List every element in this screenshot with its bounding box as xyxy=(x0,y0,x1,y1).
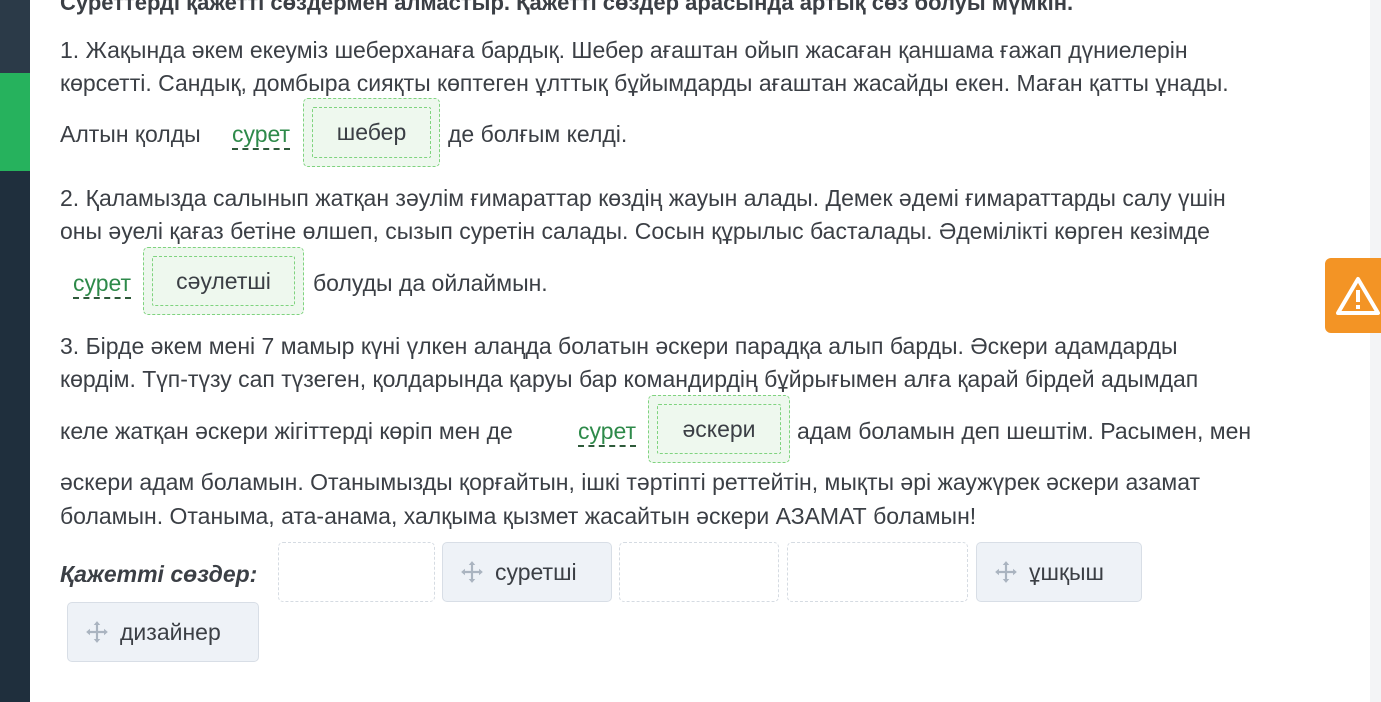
p2-line1: 2. Қаламызда салынып жатқан зәулім ғимар… xyxy=(60,185,1226,211)
word-bank-label: Қажетті сөздер: xyxy=(60,561,258,587)
exercise-content: Суреттерді қажетті сөздермен алмастыр. Қ… xyxy=(30,0,1370,702)
sidebar-top xyxy=(0,0,30,73)
p1-after-text: де болғым келді. xyxy=(448,121,628,147)
move-arrows-icon xyxy=(86,621,108,643)
p2-line2: оны әуелі қағаз бетіне өлшеп, сызып суре… xyxy=(60,218,1210,244)
p1-line1: 1. Жақында әкем екеуміз шеберханаға бард… xyxy=(60,37,1188,63)
move-arrows-icon xyxy=(995,561,1017,583)
p2-answer-slot[interactable]: сәулетші xyxy=(143,247,304,315)
word-chip-ushkysh[interactable]: ұшқыш xyxy=(976,542,1142,602)
move-arrows-icon xyxy=(461,561,483,583)
word-bank-empty-slot xyxy=(787,542,968,602)
warning-icon xyxy=(1336,277,1380,315)
p2-slot-answer[interactable]: сәулетші xyxy=(152,256,295,306)
p1-before-text: Алтын қолды xyxy=(60,121,201,147)
task-heading: Суреттерді қажетті сөздермен алмастыр. Қ… xyxy=(60,0,1074,15)
word-chip-suretshi[interactable]: суретші xyxy=(442,542,612,602)
word-chip-label: ұшқыш xyxy=(1029,558,1104,585)
p3-line5: боламын. Отаныма, ата-анама, халқыма қыз… xyxy=(60,503,977,529)
sidebar xyxy=(0,0,30,702)
p3-after-text: адам боламын деп шештім. Расымен, мен xyxy=(797,418,1252,444)
p2-after-text: болуды да ойлаймын. xyxy=(313,270,548,296)
report-problem-button[interactable] xyxy=(1325,258,1381,333)
p1-image-word[interactable]: сурет xyxy=(232,120,291,150)
word-bank-empty-slot xyxy=(619,542,779,602)
p3-before-text: келе жатқан әскери жігіттерді көріп мен … xyxy=(60,418,513,444)
sidebar-active-indicator xyxy=(0,73,30,171)
p3-answer-slot[interactable]: әскери xyxy=(648,395,790,463)
word-chip-designer[interactable]: дизайнер xyxy=(67,602,259,662)
word-chip-label: суретші xyxy=(495,558,577,585)
p3-line2: көрдім. Түп-түзу сап түзеген, қолдарында… xyxy=(60,366,1199,392)
p1-answer-slot[interactable]: шебер xyxy=(303,98,440,167)
p3-image-word[interactable]: сурет xyxy=(578,417,637,447)
p3-line4: әскери адам боламын. Отанымызды қорғайты… xyxy=(60,469,1201,495)
p1-line2: көрсетті. Сандық, домбыра сияқты көптеге… xyxy=(60,70,1229,96)
p1-slot-answer[interactable]: шебер xyxy=(312,107,431,158)
p3-slot-answer[interactable]: әскери xyxy=(657,404,781,454)
p3-line1: 3. Бірде әкем мені 7 мамыр күні үлкен ал… xyxy=(60,333,1178,359)
word-bank-empty-slot xyxy=(278,542,435,602)
p2-image-word[interactable]: сурет xyxy=(73,269,132,299)
word-chip-label: дизайнер xyxy=(120,618,221,645)
